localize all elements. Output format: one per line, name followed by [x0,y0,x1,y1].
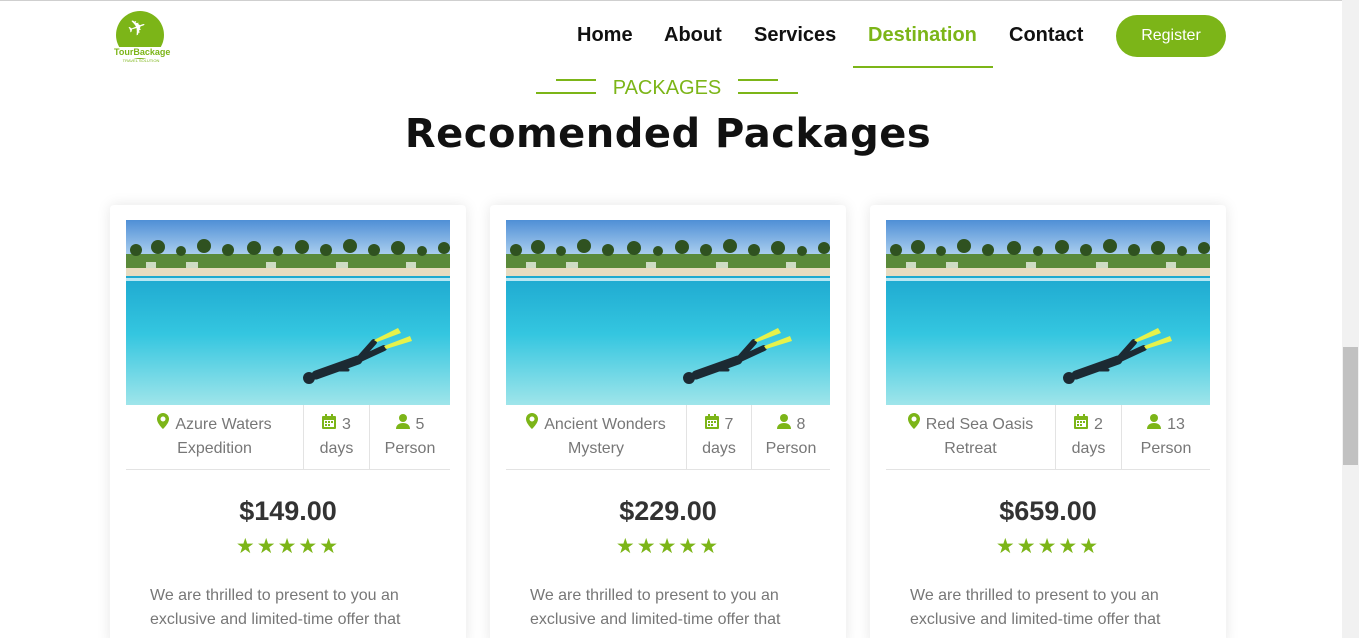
calendar-icon [704,413,719,437]
package-description: We are thrilled to present to you an exc… [910,587,1161,628]
rating-stars: ★★★★★ [126,536,450,558]
rating-stars: ★★★★★ [886,536,1210,558]
star-icon: ★ [1037,535,1059,558]
package-days-label: days [702,440,736,458]
package-persons-count: 8 [796,416,806,434]
package-location: Azure Waters Expedition [126,405,303,469]
package-description: We are thrilled to present to you an exc… [150,587,401,628]
star-icon: ★ [657,535,679,558]
package-meta: Red Sea Oasis Retreat 2 days 13 Person [886,405,1210,470]
package-days: 2 [1094,416,1103,434]
section-label: PACKAGES [612,77,722,99]
site-logo[interactable]: ✈ TourBackage TRAVEL SOLUTION [114,11,171,63]
package-persons-count: 13 [1167,416,1185,434]
package-persons-count: 5 [415,416,425,434]
nav-item-about[interactable]: About [664,22,722,48]
package-days-label: days [1071,440,1106,458]
nav-item-contact[interactable]: Contact [1009,22,1083,48]
package-name-line1: Red Sea Oasis [925,416,1034,434]
package-days: 3 [342,416,351,434]
package-card[interactable]: Azure Waters Expedition 3 days 5 Person … [110,205,466,638]
package-location: Red Sea Oasis Retreat [886,405,1055,469]
calendar-icon [322,413,337,437]
star-icon: ★ [298,535,320,558]
star-icon: ★ [995,535,1017,558]
package-duration: 3 days [303,405,369,469]
package-price: $149.00 [239,496,337,526]
package-persons: 5 Person [369,405,450,469]
package-image [886,220,1210,405]
star-icon: ★ [1016,535,1038,558]
page-scrollbar-track[interactable] [1342,0,1359,638]
nav-item-destination[interactable]: Destination [868,22,977,48]
logo-subtext: TRAVEL SOLUTION [122,58,160,63]
section-title: Recomended Packages [404,111,932,157]
package-card[interactable]: Red Sea Oasis Retreat 2 days 13 Person $… [870,205,1226,638]
star-icon: ★ [699,535,721,558]
map-pin-icon [907,413,920,437]
map-pin-icon [157,413,170,437]
package-persons-label: Person [765,440,817,458]
package-price: $659.00 [999,496,1097,526]
package-description: We are thrilled to present to you an exc… [530,587,781,628]
star-icon: ★ [678,535,700,558]
package-price: $229.00 [619,496,717,526]
rating-stars: ★★★★★ [506,536,830,558]
package-duration: 7 days [686,405,751,469]
package-days-label: days [319,440,354,458]
user-icon [1147,413,1162,437]
package-name-line2: Mystery [568,440,624,458]
package-persons-label: Person [1140,440,1192,458]
package-image [126,220,450,405]
star-icon: ★ [636,535,658,558]
package-persons-label: Person [384,440,436,458]
package-name-line2: Retreat [944,440,997,458]
map-pin-icon [526,413,539,437]
nav-item-home[interactable]: Home [577,22,633,48]
star-icon: ★ [277,535,299,558]
user-icon [395,413,410,437]
package-name-line1: Azure Waters [175,416,272,434]
section-label-group: PACKAGES [536,76,798,100]
logo-text: TourBackage [114,47,171,58]
package-card[interactable]: Ancient Wonders Mystery 7 days 8 Person … [490,205,846,638]
star-icon: ★ [1079,535,1101,558]
register-button[interactable]: Register [1116,15,1226,57]
package-meta: Azure Waters Expedition 3 days 5 Person [126,405,450,470]
star-icon: ★ [235,535,257,558]
star-icon: ★ [319,535,341,558]
calendar-icon [1074,413,1089,437]
star-icon: ★ [1058,535,1080,558]
package-name-line1: Ancient Wonders [544,416,666,434]
package-location: Ancient Wonders Mystery [506,405,686,469]
package-persons: 8 Person [751,405,830,469]
browser-top-border [0,0,1342,4]
package-days: 7 [724,416,734,434]
package-duration: 2 days [1055,405,1121,469]
user-icon [776,413,791,437]
star-icon: ★ [256,535,278,558]
nav-item-services[interactable]: Services [754,22,836,48]
package-meta: Ancient Wonders Mystery 7 days 8 Person [506,405,830,470]
package-image [506,220,830,405]
nav-active-indicator [853,66,993,68]
page-scrollbar-thumb[interactable] [1343,347,1358,465]
package-name-line2: Expedition [177,440,252,458]
package-persons: 13 Person [1121,405,1210,469]
star-icon: ★ [615,535,637,558]
